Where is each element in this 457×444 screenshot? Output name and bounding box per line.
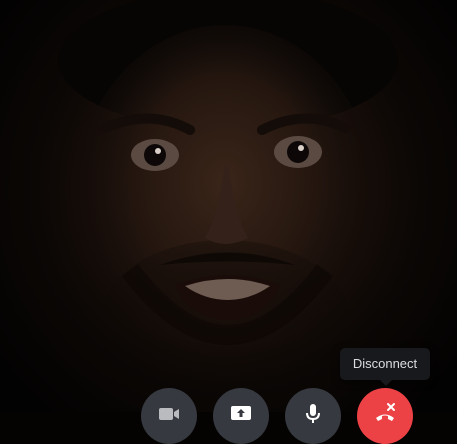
screen-share-icon	[231, 406, 251, 420]
disconnect-button[interactable]	[357, 388, 413, 444]
disconnect-tooltip: Disconnect	[340, 348, 430, 386]
microphone-button[interactable]	[285, 388, 341, 444]
toggle-video-button[interactable]	[141, 388, 197, 444]
video-camera-icon	[159, 408, 179, 420]
screen-share-button[interactable]	[213, 388, 269, 444]
microphone-icon	[306, 404, 320, 423]
disconnect-icon	[376, 403, 395, 421]
